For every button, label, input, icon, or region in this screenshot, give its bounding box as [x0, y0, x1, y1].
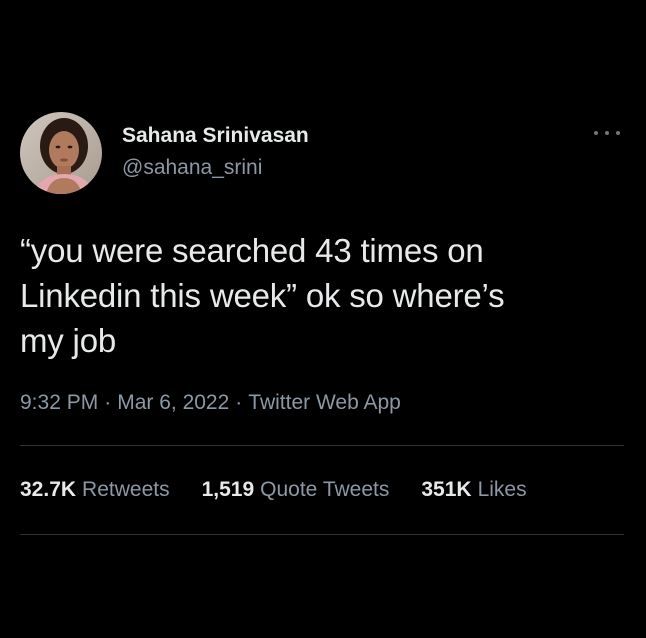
tweet-time[interactable]: 9:32 PM: [20, 391, 98, 414]
meta-separator: ·: [104, 391, 112, 414]
quote-tweets-stat[interactable]: 1,519 Quote Tweets: [202, 478, 390, 502]
user-handle[interactable]: @sahana_srini: [122, 155, 309, 181]
tweet-meta: 9:32 PM · Mar 6, 2022 · Twitter Web App: [20, 389, 624, 417]
quote-tweets-label: Quote Tweets: [260, 478, 390, 501]
tweet-card: Sahana Srinivasan @sahana_srini “you wer…: [20, 112, 624, 535]
more-dot: [616, 131, 620, 135]
tweet-source[interactable]: Twitter Web App: [248, 391, 401, 414]
user-names: Sahana Srinivasan @sahana_srini: [122, 123, 309, 181]
tweet-text-line: my job: [20, 322, 116, 359]
profile-photo-icon: [20, 112, 102, 194]
retweets-label: Retweets: [82, 478, 170, 501]
tweet-text-line: Linkedin this week” ok so where’s: [20, 277, 505, 314]
retweets-stat[interactable]: 32.7K Retweets: [20, 478, 170, 502]
retweets-count: 32.7K: [20, 478, 77, 501]
likes-count: 351K: [421, 478, 472, 501]
quote-tweets-count: 1,519: [201, 478, 255, 501]
more-options-icon[interactable]: [594, 128, 620, 138]
tweet-text: “you were searched 43 times on Linkedin …: [20, 228, 624, 363]
tweet-date[interactable]: Mar 6, 2022: [117, 391, 229, 414]
tweet-stats: 32.7K Retweets 1,519 Quote Tweets 351K Like…: [20, 446, 624, 534]
avatar[interactable]: [20, 112, 102, 194]
tweet-header: Sahana Srinivasan @sahana_srini: [20, 112, 624, 194]
divider: [20, 534, 624, 535]
display-name[interactable]: Sahana Srinivasan: [122, 123, 309, 149]
likes-stat[interactable]: 351K Likes: [421, 478, 526, 502]
more-dot: [594, 131, 598, 135]
meta-separator: ·: [235, 391, 243, 414]
tweet-text-line: “you were searched 43 times on: [20, 232, 484, 269]
likes-label: Likes: [477, 478, 527, 501]
more-dot: [605, 131, 609, 135]
